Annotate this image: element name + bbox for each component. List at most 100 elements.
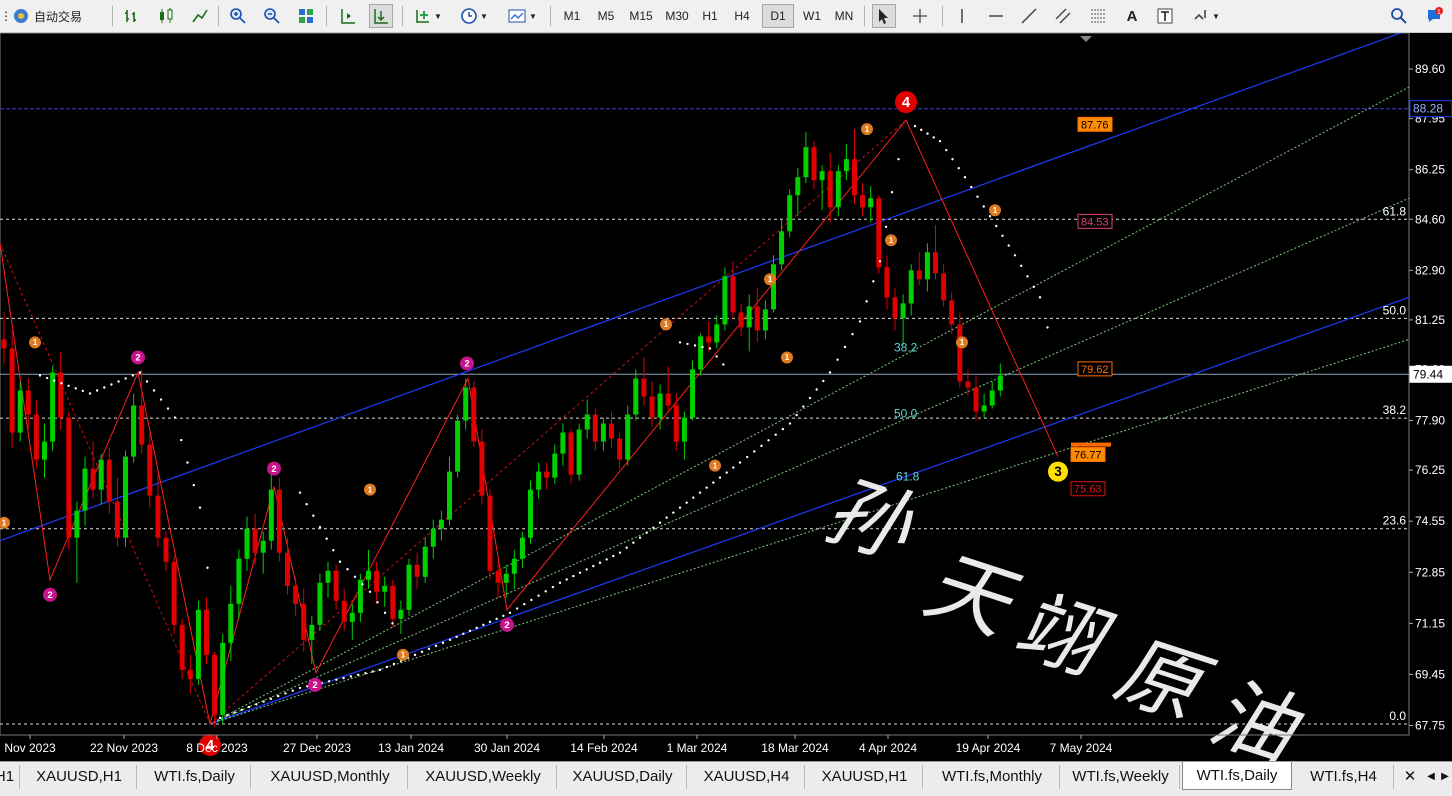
trendline-button[interactable] xyxy=(1017,4,1041,28)
text-label-button[interactable] xyxy=(1153,4,1177,28)
dot-marker xyxy=(385,665,389,669)
price-chart[interactable]: 61.8 50.0 38.2 23.6 0.0 38.2 50.0 61.8 87.76 84.5… xyxy=(0,29,1452,783)
timeframe-h4[interactable]: H4 xyxy=(726,4,758,28)
tab-overflow-icon[interactable]: ✕ xyxy=(1400,765,1420,789)
autotrade-label: 自动交易 xyxy=(34,9,83,24)
chart-tab[interactable]: XAUUSD,Weekly xyxy=(410,765,557,789)
candle-body xyxy=(114,501,120,538)
chart-tab[interactable]: XAUUSD,Monthly xyxy=(253,765,408,789)
candle-body xyxy=(900,303,906,319)
line-chart-button[interactable] xyxy=(188,4,212,28)
dot-marker xyxy=(897,157,900,161)
candle-body xyxy=(762,309,768,331)
chart-tab[interactable]: WTI.fs,Daily xyxy=(1182,762,1292,790)
candle-body xyxy=(908,270,914,304)
vertical-line-button[interactable] xyxy=(950,4,974,28)
candle-body xyxy=(155,495,161,538)
dot-marker xyxy=(1032,285,1035,289)
arrows-dropdown[interactable]: ▼ xyxy=(1188,4,1224,28)
current-price-tag-label: 79.44 xyxy=(1413,367,1443,381)
equidistant-channel-button[interactable] xyxy=(1051,4,1075,28)
bar-chart-icon xyxy=(125,10,136,22)
tile-windows-icon xyxy=(299,9,313,23)
horizontal-line-button[interactable] xyxy=(984,4,1008,28)
chart-tab[interactable]: WTI.fs,Daily xyxy=(139,765,251,789)
dot-marker xyxy=(131,374,135,377)
notifications-button[interactable]: 1 xyxy=(1422,4,1446,28)
timeframe-mn[interactable]: MN xyxy=(828,4,860,28)
fibonacci-button[interactable] xyxy=(1086,4,1110,28)
chart-tab[interactable]: XAUUSD,H4 xyxy=(689,765,805,789)
dot-marker xyxy=(455,635,458,639)
tile-windows-button[interactable] xyxy=(294,4,318,28)
candle-body xyxy=(123,456,128,538)
candle-body xyxy=(779,231,785,265)
indicators-dropdown[interactable]: ▼ xyxy=(410,4,446,28)
timeframe-d1[interactable]: D1 xyxy=(762,4,794,28)
wave-1-marker-text: 1 xyxy=(2,518,7,527)
candle-body xyxy=(463,387,469,421)
timeframe-m30[interactable]: M30 xyxy=(660,4,694,28)
templates-dropdown[interactable]: ▼ xyxy=(503,4,541,28)
autoscroll-button[interactable] xyxy=(369,4,393,28)
dropdown-arrow-icon: ▼ xyxy=(434,11,442,21)
chart-tab[interactable]: XAUUSD,H1 xyxy=(807,765,923,789)
dot-marker xyxy=(802,405,805,408)
cursor-tool-button[interactable] xyxy=(872,4,896,28)
chart-tab[interactable]: H1 xyxy=(0,765,20,789)
dot-marker xyxy=(685,501,688,504)
search-button[interactable] xyxy=(1387,4,1411,28)
autotrade-button[interactable]: 自动交易 xyxy=(12,4,104,28)
price-tick-label: 67.75 xyxy=(1415,718,1445,732)
scroll-right-icon[interactable]: ▶ xyxy=(1438,765,1452,789)
timeframe-w1[interactable]: W1 xyxy=(796,4,828,28)
crosshair-tool-button[interactable] xyxy=(908,4,932,28)
timeframe-h1[interactable]: H1 xyxy=(694,4,726,28)
chart-tab[interactable]: WTI.fs,Weekly xyxy=(1062,765,1180,789)
candlestick-chart-button[interactable] xyxy=(154,4,178,28)
dot-marker xyxy=(198,506,202,509)
text-tool-button[interactable]: A xyxy=(1120,4,1144,28)
candle-body xyxy=(592,414,598,442)
chart-shift-button[interactable] xyxy=(336,4,360,28)
candle-body xyxy=(90,468,96,490)
timeframe-m1[interactable]: M1 xyxy=(556,4,588,28)
chart-tab[interactable]: XAUUSD,Daily xyxy=(559,765,687,789)
candle-body xyxy=(852,159,857,196)
template-icon xyxy=(508,9,526,23)
candle-body xyxy=(50,372,56,442)
zoom-in-button[interactable] xyxy=(226,4,250,28)
chart-shift-marker[interactable] xyxy=(1080,36,1092,42)
dot-marker xyxy=(890,191,894,194)
dot-marker xyxy=(383,611,387,615)
dot-marker xyxy=(920,128,923,132)
candle-body xyxy=(139,405,145,445)
target-price-label: 87.76 xyxy=(1081,119,1109,131)
candle-body xyxy=(471,387,477,442)
candle-body xyxy=(819,171,825,181)
timeframe-m15[interactable]: M15 xyxy=(624,4,658,28)
periods-dropdown[interactable]: ▼ xyxy=(456,4,492,28)
timeframe-m5[interactable]: M5 xyxy=(590,4,622,28)
candle-body xyxy=(260,540,266,553)
zoom-out-button[interactable] xyxy=(260,4,284,28)
dot-marker xyxy=(45,376,49,380)
toolbar-separator xyxy=(402,6,403,26)
candle-body xyxy=(981,405,987,412)
dot-marker xyxy=(788,422,792,425)
scroll-left-icon[interactable]: ◀ xyxy=(1424,765,1438,789)
price-axis[interactable] xyxy=(1410,33,1452,761)
bar-chart-button[interactable] xyxy=(120,4,144,28)
candle-body xyxy=(649,396,655,418)
dot-marker xyxy=(701,345,704,349)
candle-body xyxy=(771,264,776,310)
chart-canvas[interactable]: 61.850.038.223.60.038.250.061.887.7684.5… xyxy=(0,29,1452,783)
candle-body xyxy=(106,459,112,502)
candle-body xyxy=(673,405,679,442)
toolbar-grip: ⋮ xyxy=(0,9,12,23)
price-tick-label: 86.25 xyxy=(1415,163,1445,177)
chart-tab[interactable]: WTI.fs,H4 xyxy=(1294,765,1394,789)
chart-tab[interactable]: XAUUSD,H1 xyxy=(22,765,137,789)
dropdown-arrow-icon: ▼ xyxy=(480,11,488,21)
chart-tab[interactable]: WTI.fs,Monthly xyxy=(925,765,1060,789)
